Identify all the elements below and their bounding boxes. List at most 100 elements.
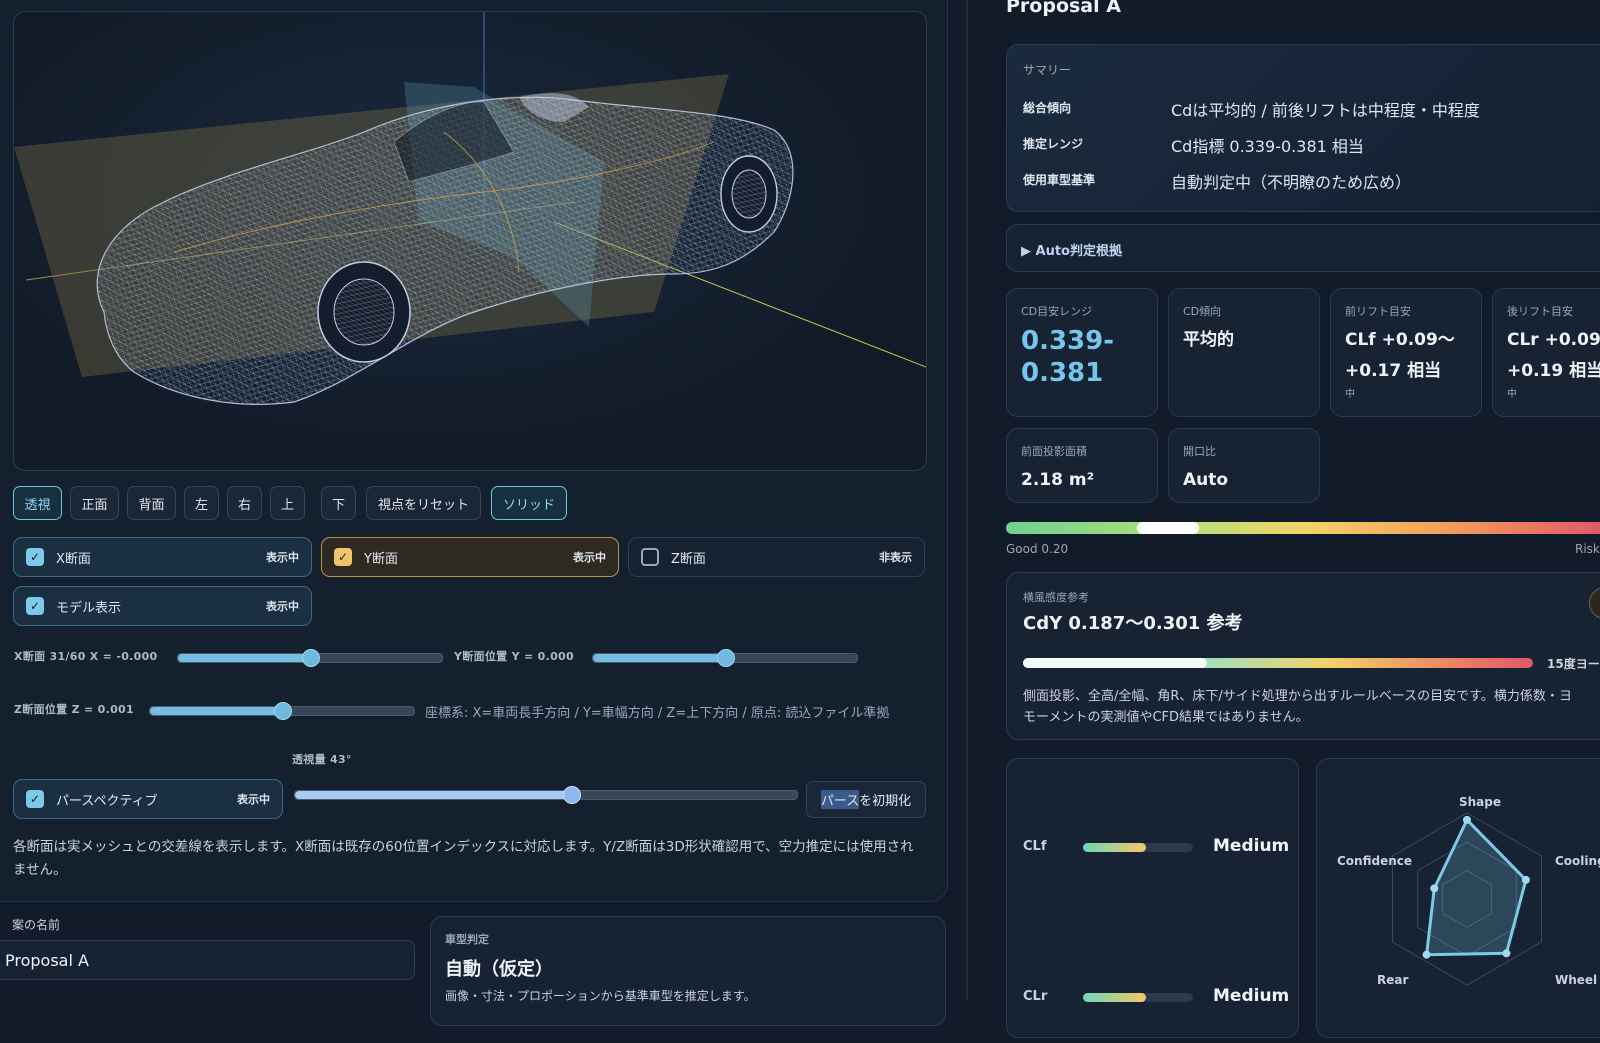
metric-value: Auto	[1183, 470, 1229, 490]
y-section-slider[interactable]	[592, 649, 858, 667]
auto-basis-label: ▶ Auto判定根拠	[1021, 244, 1122, 259]
y-section-slider-label: Y断面位置 Y = 0.000	[454, 650, 574, 663]
metric-label: CD傾向	[1183, 305, 1222, 318]
toggle-label: モデル表示	[56, 600, 122, 616]
slider-fill	[178, 654, 310, 662]
reset-perspective-button[interactable]: パース を初期化	[806, 781, 926, 818]
z-section-slider[interactable]	[149, 702, 415, 720]
metric-label: 後リフト目安	[1507, 305, 1573, 318]
x-section-toggle[interactable]: ✓ X断面 表示中	[13, 537, 312, 577]
toggle-state: 非表示	[879, 551, 912, 564]
crosswind-bar-label: 15度ヨー	[1547, 657, 1600, 671]
view-right-button[interactable]: 右	[227, 486, 262, 520]
cd-scale-marker	[1137, 522, 1199, 534]
radar-chart: Shape Cooling Wheel Rear Confidence	[1337, 795, 1600, 987]
metric-card-cd-trend: CD傾向 平均的	[1168, 288, 1320, 417]
proposal-title: Proposal A	[1006, 0, 1121, 17]
view-left-button[interactable]: 左	[184, 486, 219, 520]
name-input[interactable]: Proposal A	[0, 940, 415, 980]
reset-view-button[interactable]: 視点をリセット	[366, 486, 481, 520]
view-back-button[interactable]: 背面	[127, 486, 176, 520]
selected-text: パース	[820, 790, 860, 809]
checkbox-icon: ✓	[334, 548, 352, 566]
toggle-label: Y断面	[364, 551, 398, 567]
info-icon[interactable]	[1589, 587, 1600, 619]
auto-basis-disclosure[interactable]: ▶ Auto判定根拠	[1006, 224, 1600, 272]
summary-row-key: 使用車型基準	[1023, 173, 1096, 187]
metric-sub: 中	[1345, 389, 1355, 400]
coordinate-system-note: 座標系: X=車両長手方向 / Y=車幅方向 / Z=上下方向 / 原点: 読込…	[425, 706, 890, 721]
x-section-slider[interactable]	[177, 649, 443, 667]
metric-card-cd-range: CD目安レンジ 0.339- 0.381	[1006, 288, 1158, 417]
radar-point	[1502, 949, 1511, 958]
crosswind-label: 横風感度参考	[1023, 591, 1089, 604]
metric-label: CD目安レンジ	[1021, 305, 1093, 318]
view-top-button[interactable]: 上	[270, 486, 305, 520]
clf-bar-track	[1083, 843, 1193, 852]
model-display-toggle[interactable]: ✓ モデル表示 表示中	[13, 586, 312, 626]
toggle-label: X断面	[56, 551, 91, 567]
checkbox-icon: ✓	[26, 597, 44, 615]
slider-thumb[interactable]	[274, 702, 292, 720]
metric-value: CLr +0.09〜+0.19 相当	[1507, 330, 1600, 381]
toggle-state: 表示中	[266, 551, 299, 564]
metric-card-rear-lift: 後リフト目安 CLr +0.09〜+0.19 相当 中	[1492, 288, 1600, 417]
radar-point	[1521, 875, 1530, 884]
metric-card-opening-ratio: 開口比 Auto	[1168, 428, 1320, 503]
view-front-button[interactable]: 正面	[70, 486, 119, 520]
checkbox-empty-icon	[641, 548, 659, 566]
z-section-toggle[interactable]: Z断面 非表示	[628, 537, 925, 577]
crosswind-sensitivity-card: 横風感度参考 CdY 0.187〜0.301 参考 15度ヨー 側面投影、全高/…	[1006, 572, 1600, 740]
view-bottom-button[interactable]: 下	[321, 486, 356, 520]
perspective-toggle[interactable]: ✓ パースペクティブ 表示中	[13, 779, 283, 819]
summary-row-value: Cdは平均的 / 前後リフトは中程度・中程度	[1171, 101, 1480, 120]
radar-point	[1422, 950, 1431, 959]
radar-label-confidence: Confidence	[1337, 854, 1412, 868]
bar-level: Medium	[1213, 986, 1290, 1006]
checkbox-icon: ✓	[26, 790, 44, 808]
scale-left-label: Good 0.20	[1006, 542, 1069, 556]
metric-label: 前面投影面積	[1021, 445, 1087, 458]
vehicle-type-value: 自動（仮定）	[445, 959, 553, 980]
metric-value: CLf +0.09〜 +0.17 相当	[1345, 330, 1455, 381]
slider-thumb[interactable]	[563, 786, 582, 804]
crosswind-note-line-1: 側面投影、全高/全幅、角R、床下/サイド処理から出すルールベースの目安です。横力…	[1023, 689, 1572, 704]
slider-thumb[interactable]	[302, 649, 320, 667]
y-section-toggle[interactable]: ✓ Y断面 表示中	[321, 537, 619, 577]
section-note: 各断面は実メッシュとの交差線を表示します。X断面は既存の60位置インデックスに対…	[13, 839, 914, 878]
clr-bar-track	[1083, 993, 1193, 1002]
radar-label-cooling: Cooling	[1555, 854, 1600, 868]
summary-row-key: 推定レンジ	[1023, 137, 1084, 151]
slider-fill	[593, 654, 725, 662]
toggle-state: 表示中	[266, 600, 299, 613]
crosswind-value: CdY 0.187〜0.301 参考	[1023, 613, 1243, 634]
z-section-slider-label: Z断面位置 Z = 0.001	[14, 703, 134, 716]
3d-viewport[interactable]	[13, 11, 927, 471]
panel-divider	[966, 0, 968, 1000]
slider-thumb[interactable]	[717, 649, 735, 667]
solid-mode-button[interactable]: ソリッド	[491, 486, 567, 520]
perspective-amount-label: 透視量 43°	[292, 753, 352, 766]
slider-fill	[150, 707, 282, 715]
slider-fill	[295, 791, 572, 799]
bar-level: Medium	[1213, 836, 1290, 856]
button-label-rest: を初期化	[859, 794, 912, 809]
summary-row-key: 総合傾向	[1023, 101, 1072, 115]
car-wireframe-render	[14, 12, 926, 405]
summary-row-value: 自動判定中（不明瞭のため広め）	[1171, 173, 1412, 192]
metric-sub: 中	[1507, 389, 1517, 400]
clf-bar-fill	[1083, 843, 1146, 852]
metric-value: 平均的	[1183, 330, 1234, 350]
view-perspective-button[interactable]: 透視	[13, 486, 62, 520]
bar-name: CLr	[1023, 989, 1048, 1004]
crosswind-note-line-2: モーメントの実測値やCFD結果ではありません。	[1023, 710, 1309, 725]
toggle-label: パースペクティブ	[56, 793, 158, 809]
perspective-slider[interactable]	[294, 786, 798, 804]
summary-row-value: Cd指標 0.339-0.381 相当	[1171, 137, 1364, 156]
radar-card: Shape Cooling Wheel Rear Confidence	[1316, 758, 1600, 1038]
scale-right-label: Risky	[1575, 542, 1600, 556]
radar-label-shape: Shape	[1459, 795, 1501, 809]
metric-label: 開口比	[1183, 445, 1216, 458]
cd-scale-bar	[1006, 522, 1600, 534]
summary-label: サマリー	[1023, 63, 1072, 77]
